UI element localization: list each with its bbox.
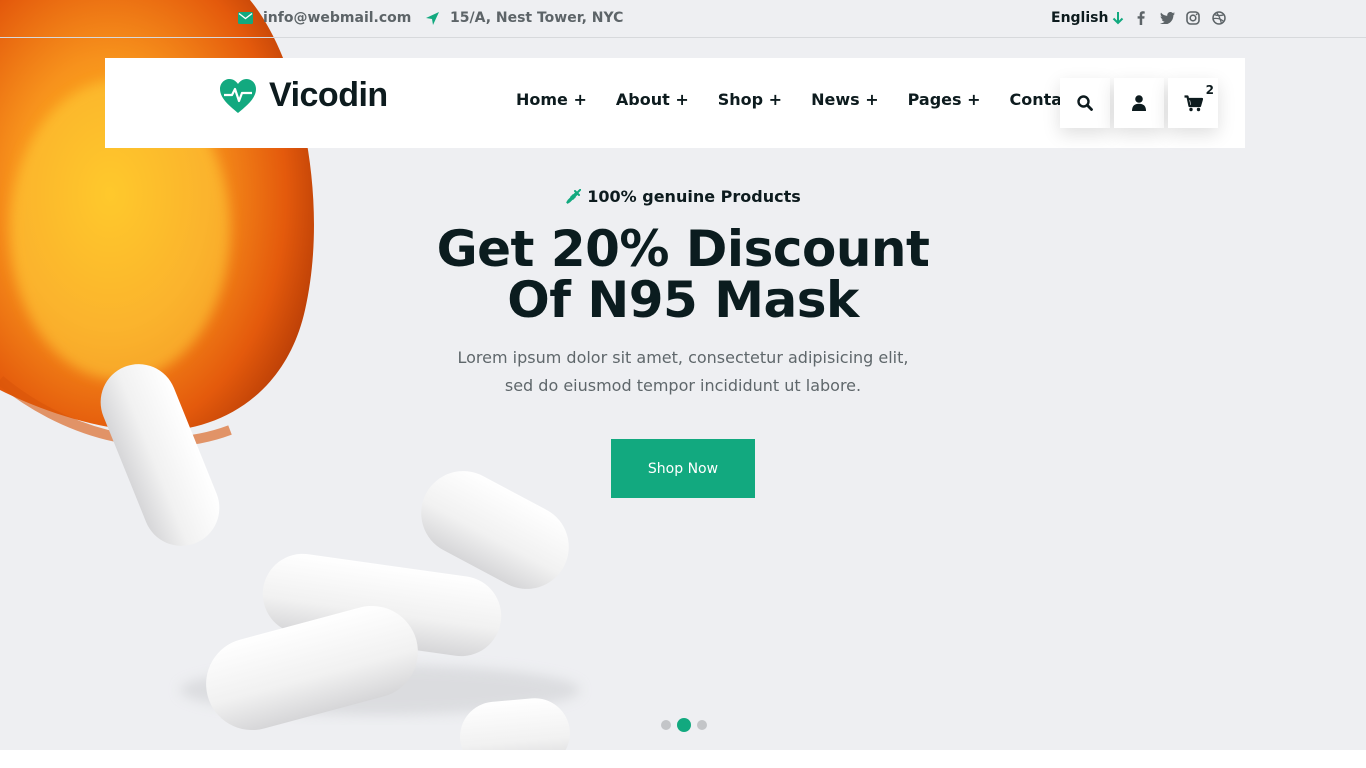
social-links <box>1133 10 1227 26</box>
nav-item-home[interactable]: Home + <box>516 90 587 109</box>
hero-headline-line2: Of N95 Mask <box>507 271 859 329</box>
facebook-icon[interactable] <box>1133 10 1149 26</box>
main-header: Vicodin Home + About + Shop + News + Pag… <box>105 58 1245 148</box>
account-button[interactable] <box>1114 78 1164 128</box>
search-button[interactable] <box>1060 78 1110 128</box>
topbar-email[interactable]: info@webmail.com <box>238 10 411 26</box>
nav-item-news[interactable]: News + <box>811 90 879 109</box>
hero-description: Lorem ipsum dolor sit amet, consectetur … <box>433 344 933 400</box>
nav-item-pages[interactable]: Pages + <box>908 90 981 109</box>
hero-tagline-text: 100% genuine Products <box>587 187 801 206</box>
topbar-address-text: 15/A, Nest Tower, NYC <box>450 10 624 26</box>
logo-text: Vicodin <box>269 76 388 114</box>
main-nav: Home + About + Shop + News + Pages + Con… <box>516 90 1079 109</box>
hero-description-line1: Lorem ipsum dolor sit amet, consectetur … <box>457 348 909 367</box>
cart-icon <box>1184 94 1203 111</box>
shop-now-button[interactable]: Shop Now <box>611 439 755 498</box>
top-bar: info@webmail.com 15/A, Nest Tower, NYC E… <box>0 0 1366 38</box>
syringe-icon <box>566 188 582 204</box>
cart-count-badge: 2 <box>1205 83 1214 97</box>
user-icon <box>1132 95 1146 111</box>
slider-dot-3[interactable] <box>697 720 707 730</box>
nav-item-about[interactable]: About + <box>616 90 689 109</box>
hero-headline-line1: Get 20% Discount <box>436 220 930 278</box>
slider-dot-1[interactable] <box>661 720 671 730</box>
hero-description-line2: sed do eiusmod tempor incididunt ut labo… <box>504 376 862 395</box>
twitter-icon[interactable] <box>1159 10 1175 26</box>
heart-pulse-logo-icon <box>220 78 256 113</box>
instagram-icon[interactable] <box>1185 10 1201 26</box>
location-arrow-icon <box>426 11 439 25</box>
nav-item-shop[interactable]: Shop + <box>718 90 782 109</box>
search-icon <box>1077 95 1093 111</box>
envelope-icon <box>238 12 253 24</box>
cart-button[interactable]: 2 <box>1168 78 1218 128</box>
arrow-down-icon <box>1113 12 1124 25</box>
hero-headline: Get 20% Discount Of N95 Mask <box>383 224 983 326</box>
site-logo[interactable]: Vicodin <box>219 76 388 115</box>
slider-pagination <box>661 718 707 732</box>
language-selector[interactable]: English <box>1051 10 1124 26</box>
topbar-email-text: info@webmail.com <box>263 10 412 26</box>
hero-tagline: 100% genuine Products <box>0 187 1366 206</box>
hero-slider: info@webmail.com 15/A, Nest Tower, NYC E… <box>0 0 1366 750</box>
dribbble-icon[interactable] <box>1211 10 1227 26</box>
topbar-address: 15/A, Nest Tower, NYC <box>425 10 623 26</box>
slider-dot-2[interactable] <box>677 718 691 732</box>
language-label: English <box>1051 10 1109 26</box>
